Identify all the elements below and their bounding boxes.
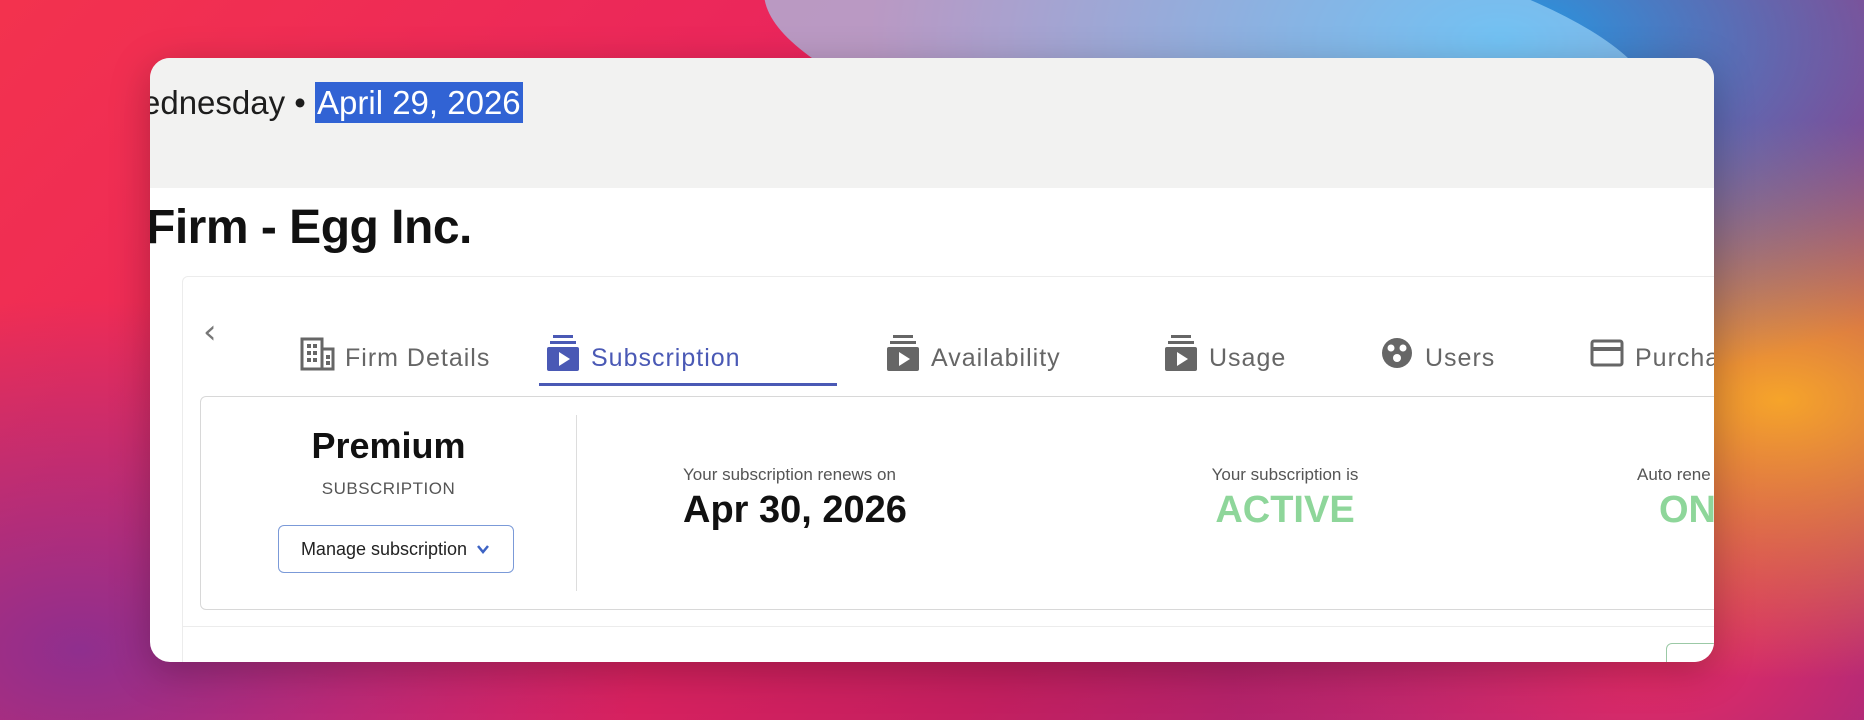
manage-subscription-button[interactable]: Manage subscription <box>278 525 514 573</box>
page-title: Firm - Egg Inc. <box>150 201 472 254</box>
tab-firm-details[interactable]: Firm Details <box>299 313 490 373</box>
status-label: Your subscription is <box>1211 465 1359 484</box>
renewal-label: Your subscription renews on <box>683 465 896 484</box>
renewal-date: Apr 30, 2026 <box>683 489 907 531</box>
active-tab-indicator <box>539 383 837 386</box>
card-icon <box>1590 339 1624 367</box>
date-separator: • <box>285 84 316 121</box>
tab-label: Firm Details <box>345 344 491 372</box>
tab-label: Availability <box>931 344 1061 372</box>
subscription-icon <box>547 335 579 371</box>
tab-label: Usage <box>1209 344 1287 372</box>
lower-panel-button[interactable] <box>1666 643 1714 662</box>
tab-purchases[interactable]: Purcha <box>1589 313 1714 373</box>
tab-usage[interactable]: Usage <box>1163 313 1286 373</box>
plan-sublabel: SUBSCRIPTION <box>321 479 456 498</box>
auto-renew-label: Auto rene <box>1637 465 1711 484</box>
usage-icon <box>1165 335 1197 371</box>
lower-panel <box>182 626 1714 662</box>
tab-label: Purcha <box>1635 344 1714 372</box>
tab-label: Users <box>1425 344 1496 372</box>
tab-scroll-left-button[interactable]: ‹ <box>203 315 217 349</box>
status-value: ACTIVE <box>1215 489 1355 531</box>
date-line: ednesday • April 29, 2026 <box>150 82 523 123</box>
card-divider <box>576 415 577 591</box>
tab-bar: ‹ Firm Details Subscription Availability… <box>183 277 1714 387</box>
tab-users[interactable]: Users <box>1379 313 1495 373</box>
tab-label: Subscription <box>591 344 741 372</box>
tab-availability[interactable]: Availability <box>885 313 1061 373</box>
plan-section: Premium SUBSCRIPTION Manage subscription <box>201 397 576 609</box>
chevron-down-icon <box>477 545 490 554</box>
plan-name: Premium <box>311 425 466 466</box>
day-text: ednesday <box>150 84 286 121</box>
building-icon <box>300 337 335 371</box>
auto-renew-value: ON <box>1659 489 1714 531</box>
users-icon <box>1382 338 1412 368</box>
manage-subscription-label: Manage subscription <box>300 538 468 559</box>
app-window: ednesday • April 29, 2026 Firm - Egg Inc… <box>150 58 1714 662</box>
date-text[interactable]: April 29, 2026 <box>315 82 523 123</box>
top-bar: ednesday • April 29, 2026 <box>150 58 1714 188</box>
tab-subscription[interactable]: Subscription <box>545 313 741 373</box>
availability-icon <box>887 335 919 371</box>
subscription-card: Premium SUBSCRIPTION Manage subscription… <box>200 396 1714 610</box>
